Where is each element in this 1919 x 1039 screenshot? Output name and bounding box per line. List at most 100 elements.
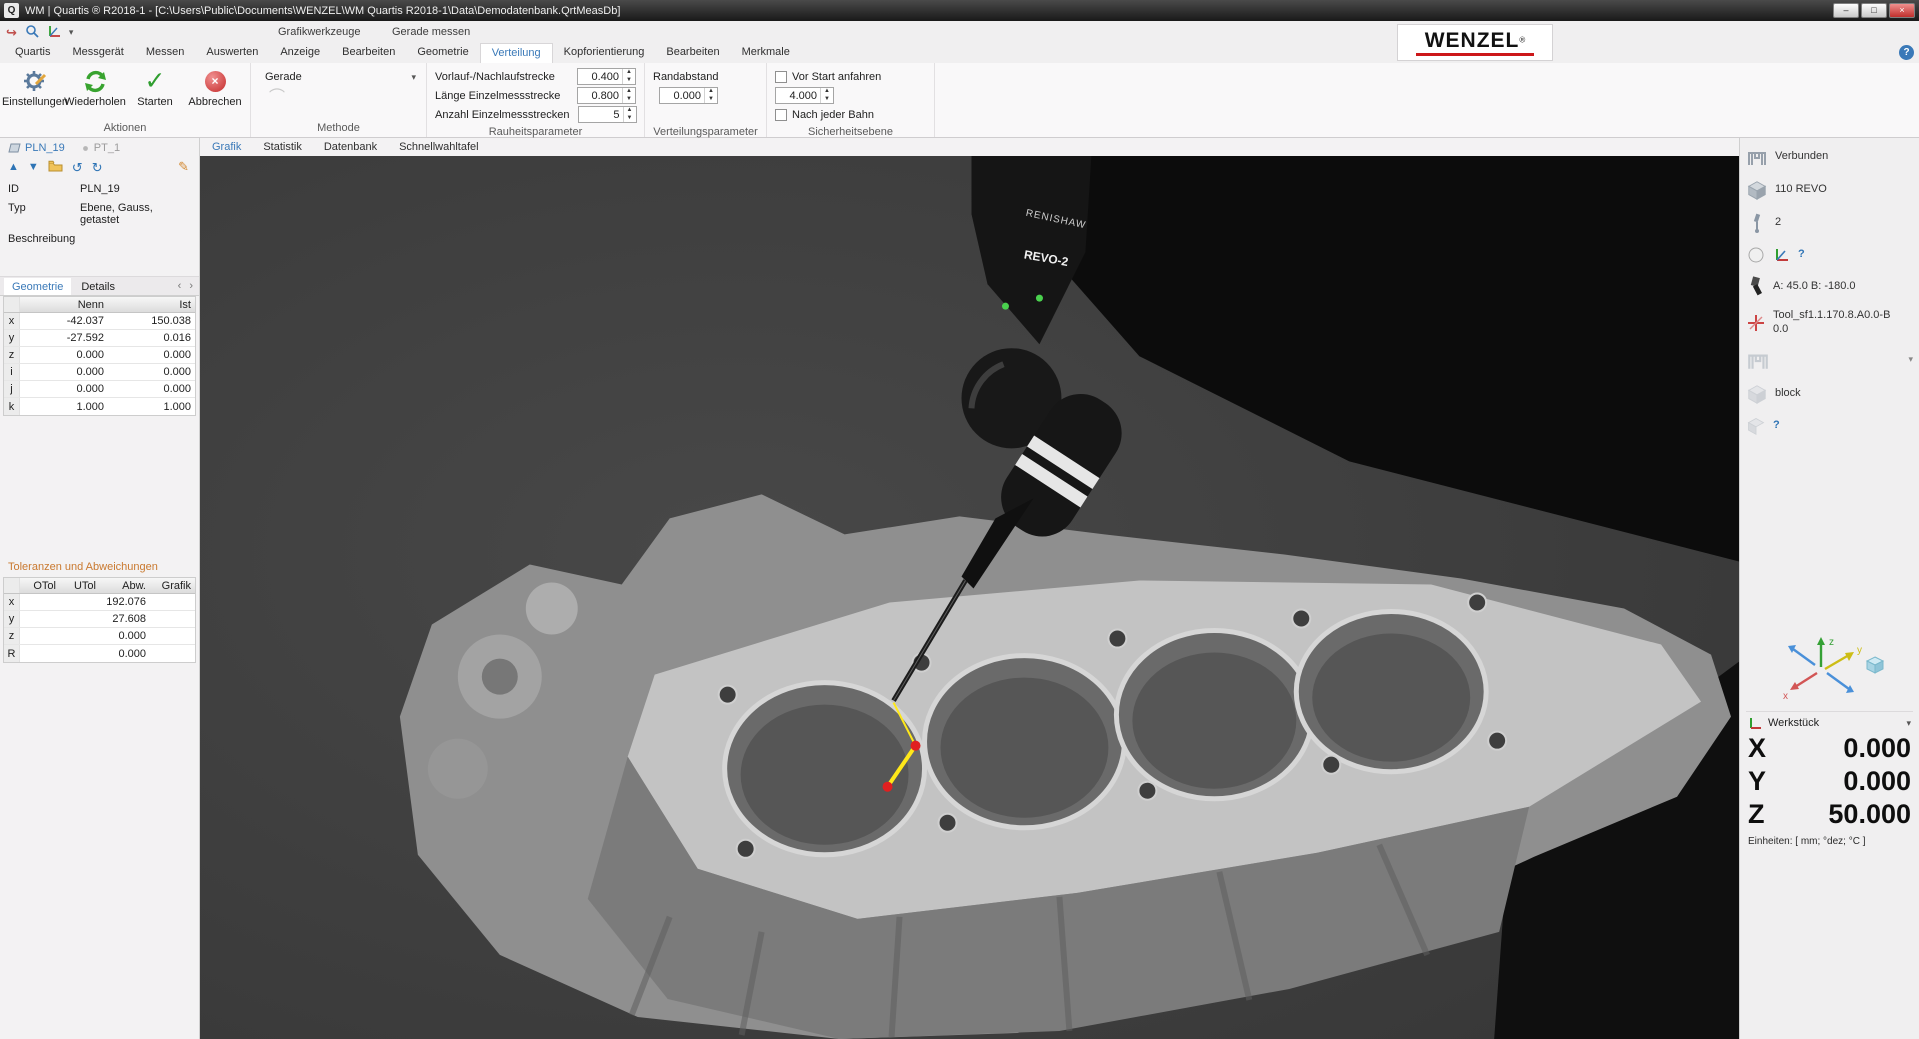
abbrechen-button[interactable]: × Abbrechen [188,67,242,120]
nach-jeder-bahn-checkbox[interactable] [775,109,787,121]
3d-viewport[interactable]: RENISHAW REVO-2 [200,156,1739,1039]
spin-down-icon[interactable]: ▼ [624,115,636,123]
starten-button[interactable]: ✓ Starten [128,67,182,120]
undo-rotate-icon[interactable]: ↺ [72,161,83,174]
geometry-row-y[interactable]: y -27.592 0.016 [4,330,195,347]
geometry-row-z[interactable]: z 0.000 0.000 [4,347,195,364]
spin-up-icon[interactable]: ▲ [821,88,833,96]
tab-details[interactable]: Details [73,278,123,295]
ribbon-tab-quartis[interactable]: Quartis [4,43,61,63]
redo-icon[interactable]: ↪ [6,26,17,39]
laenge-spinner[interactable]: 0.800 ▲▼ [577,87,636,104]
minimize-button[interactable]: – [1833,3,1859,18]
methode-dropdown[interactable]: Gerade ▾ [259,67,418,83]
tolerance-table-header: OTol UTol Abw. Grafik [4,578,195,594]
geometry-row-j[interactable]: j 0.000 0.000 [4,381,195,398]
help-icon[interactable]: ? [1899,45,1914,60]
col-header-nenn: Nenn [20,299,108,311]
spin-down-icon[interactable]: ▼ [623,96,635,104]
active-tool-item[interactable]: Tool_sf1.1.170.8.A0.0-B0.0 [1746,309,1913,337]
spin-down-icon[interactable]: ▼ [821,96,833,104]
nach-jeder-bahn-label: Nach jeder Bahn [792,109,874,121]
row-name: y [4,330,20,346]
feature-tab-pt1[interactable]: PT_1 [81,142,120,154]
move-down-icon[interactable]: ▼ [28,162,39,173]
row-name: i [4,364,20,380]
ribbon-tab-bearbeiten-2[interactable]: Bearbeiten [655,43,730,63]
tab-grafik[interactable]: Grafik [212,141,241,153]
ribbon-tab-geometrie[interactable]: Geometrie [406,43,479,63]
beschreibung-value [80,233,191,245]
tolerance-row-x[interactable]: x 192.076 [4,594,195,611]
connection-status-item[interactable]: Verbunden [1746,146,1913,168]
vorlauf-spinner[interactable]: 0.400 ▲▼ [577,68,636,85]
zoom-tool-icon[interactable] [25,24,39,40]
ribbon-tab-merkmale[interactable]: Merkmale [731,43,801,63]
tab-geometrie[interactable]: Geometrie [4,278,71,295]
close-button[interactable]: × [1889,3,1915,18]
ribbon-tab-messen[interactable]: Messen [135,43,196,63]
coordinate-tool-icon[interactable] [47,24,61,40]
toolbar-options-icon[interactable]: ▾ [69,27,74,38]
feature-panel: PLN_19 PT_1 ▲ ▼ ↺ ↻ ✎ ID PLN_19 [0,138,200,1039]
tab-datenbank[interactable]: Datenbank [324,141,377,153]
randabstand-spinner[interactable]: 0.000 ▲▼ [659,87,718,104]
feature-tab-pln19[interactable]: PLN_19 [8,142,65,154]
spin-up-icon[interactable]: ▲ [623,69,635,77]
chevron-left-icon[interactable]: ‹ [178,280,182,292]
workpiece-block-item[interactable]: block [1746,383,1913,405]
tolerance-row-y[interactable]: y 27.608 [4,611,195,628]
anzahl-value[interactable]: 5 [579,107,623,122]
ribbon-tab-verteilung[interactable]: Verteilung [480,43,553,63]
ribbon-tab-kopforientierung[interactable]: Kopforientierung [553,43,656,63]
tab-schnellwahltafel[interactable]: Schnellwahltafel [399,141,479,153]
y-axis-label: Y [1748,766,1766,797]
ribbon-tab-messgeraet[interactable]: Messgerät [61,43,134,63]
view-cube-icon[interactable] [1867,657,1883,673]
chevron-right-icon[interactable]: › [189,280,193,292]
ribbon-tab-anzeige[interactable]: Anzeige [269,43,331,63]
geometry-table-header: Nenn Ist [4,297,195,313]
machine-model-item[interactable]: 110 REVO [1746,179,1913,201]
ribbon-tab-bearbeiten-1[interactable]: Bearbeiten [331,43,406,63]
vor-start-anfahren-checkbox[interactable] [775,71,787,83]
geometry-row-k[interactable]: k 1.000 1.000 [4,398,195,415]
spin-up-icon[interactable]: ▲ [623,88,635,96]
svg-text:y: y [1857,645,1862,656]
sicherheitsebene-value[interactable]: 4.000 [776,88,820,103]
tolerance-row-z[interactable]: z 0.000 [4,628,195,645]
geometry-row-x[interactable]: x -42.037 150.038 [4,313,195,330]
view-orientation-widget[interactable]: z y x [1775,631,1885,703]
folder-open-icon[interactable] [48,160,63,174]
spin-up-icon[interactable]: ▲ [705,88,717,96]
sicherheitsebene-spinner[interactable]: 4.000 ▲▼ [775,87,834,104]
ribbon-tab-auswerten[interactable]: Auswerten [195,43,269,63]
tab-statistik[interactable]: Statistik [263,141,302,153]
einstellungen-button[interactable]: Einstellungen [8,67,62,120]
spin-up-icon[interactable]: ▲ [624,107,636,115]
wiederholen-button[interactable]: Wiederholen [68,67,122,120]
probe-count-item[interactable]: 2 [1746,212,1913,234]
vorlauf-value[interactable]: 0.400 [578,69,622,84]
ist-value: 0.000 [108,366,195,378]
anzahl-spinner[interactable]: 5 ▲▼ [578,106,637,123]
reference-sphere-item[interactable]: ? [1746,245,1913,265]
alignment-item[interactable]: ? [1746,416,1913,436]
ist-value: 0.016 [108,332,195,344]
geometry-row-i[interactable]: i 0.000 0.000 [4,364,195,381]
workpiece-block-label: block [1775,387,1801,401]
spin-down-icon[interactable]: ▼ [623,77,635,85]
tolerance-row-r[interactable]: R 0.000 [4,645,195,662]
machine-disabled-item[interactable]: ▾ [1746,348,1913,372]
head-angle-item[interactable]: A: 45.0 B: -180.0 [1746,276,1913,298]
move-up-icon[interactable]: ▲ [8,162,19,173]
randabstand-value[interactable]: 0.000 [660,88,704,103]
laenge-value[interactable]: 0.800 [578,88,622,103]
maximize-button[interactable]: □ [1861,3,1887,18]
spin-down-icon[interactable]: ▼ [705,96,717,104]
chevron-down-icon[interactable]: ▾ [1908,354,1913,365]
coordinate-system-selector[interactable]: Werkstück ▾ [1746,711,1913,732]
plane-icon [8,143,21,153]
refresh-icon[interactable]: ↻ [92,161,103,174]
edit-pencil-icon[interactable]: ✎ [178,159,189,175]
